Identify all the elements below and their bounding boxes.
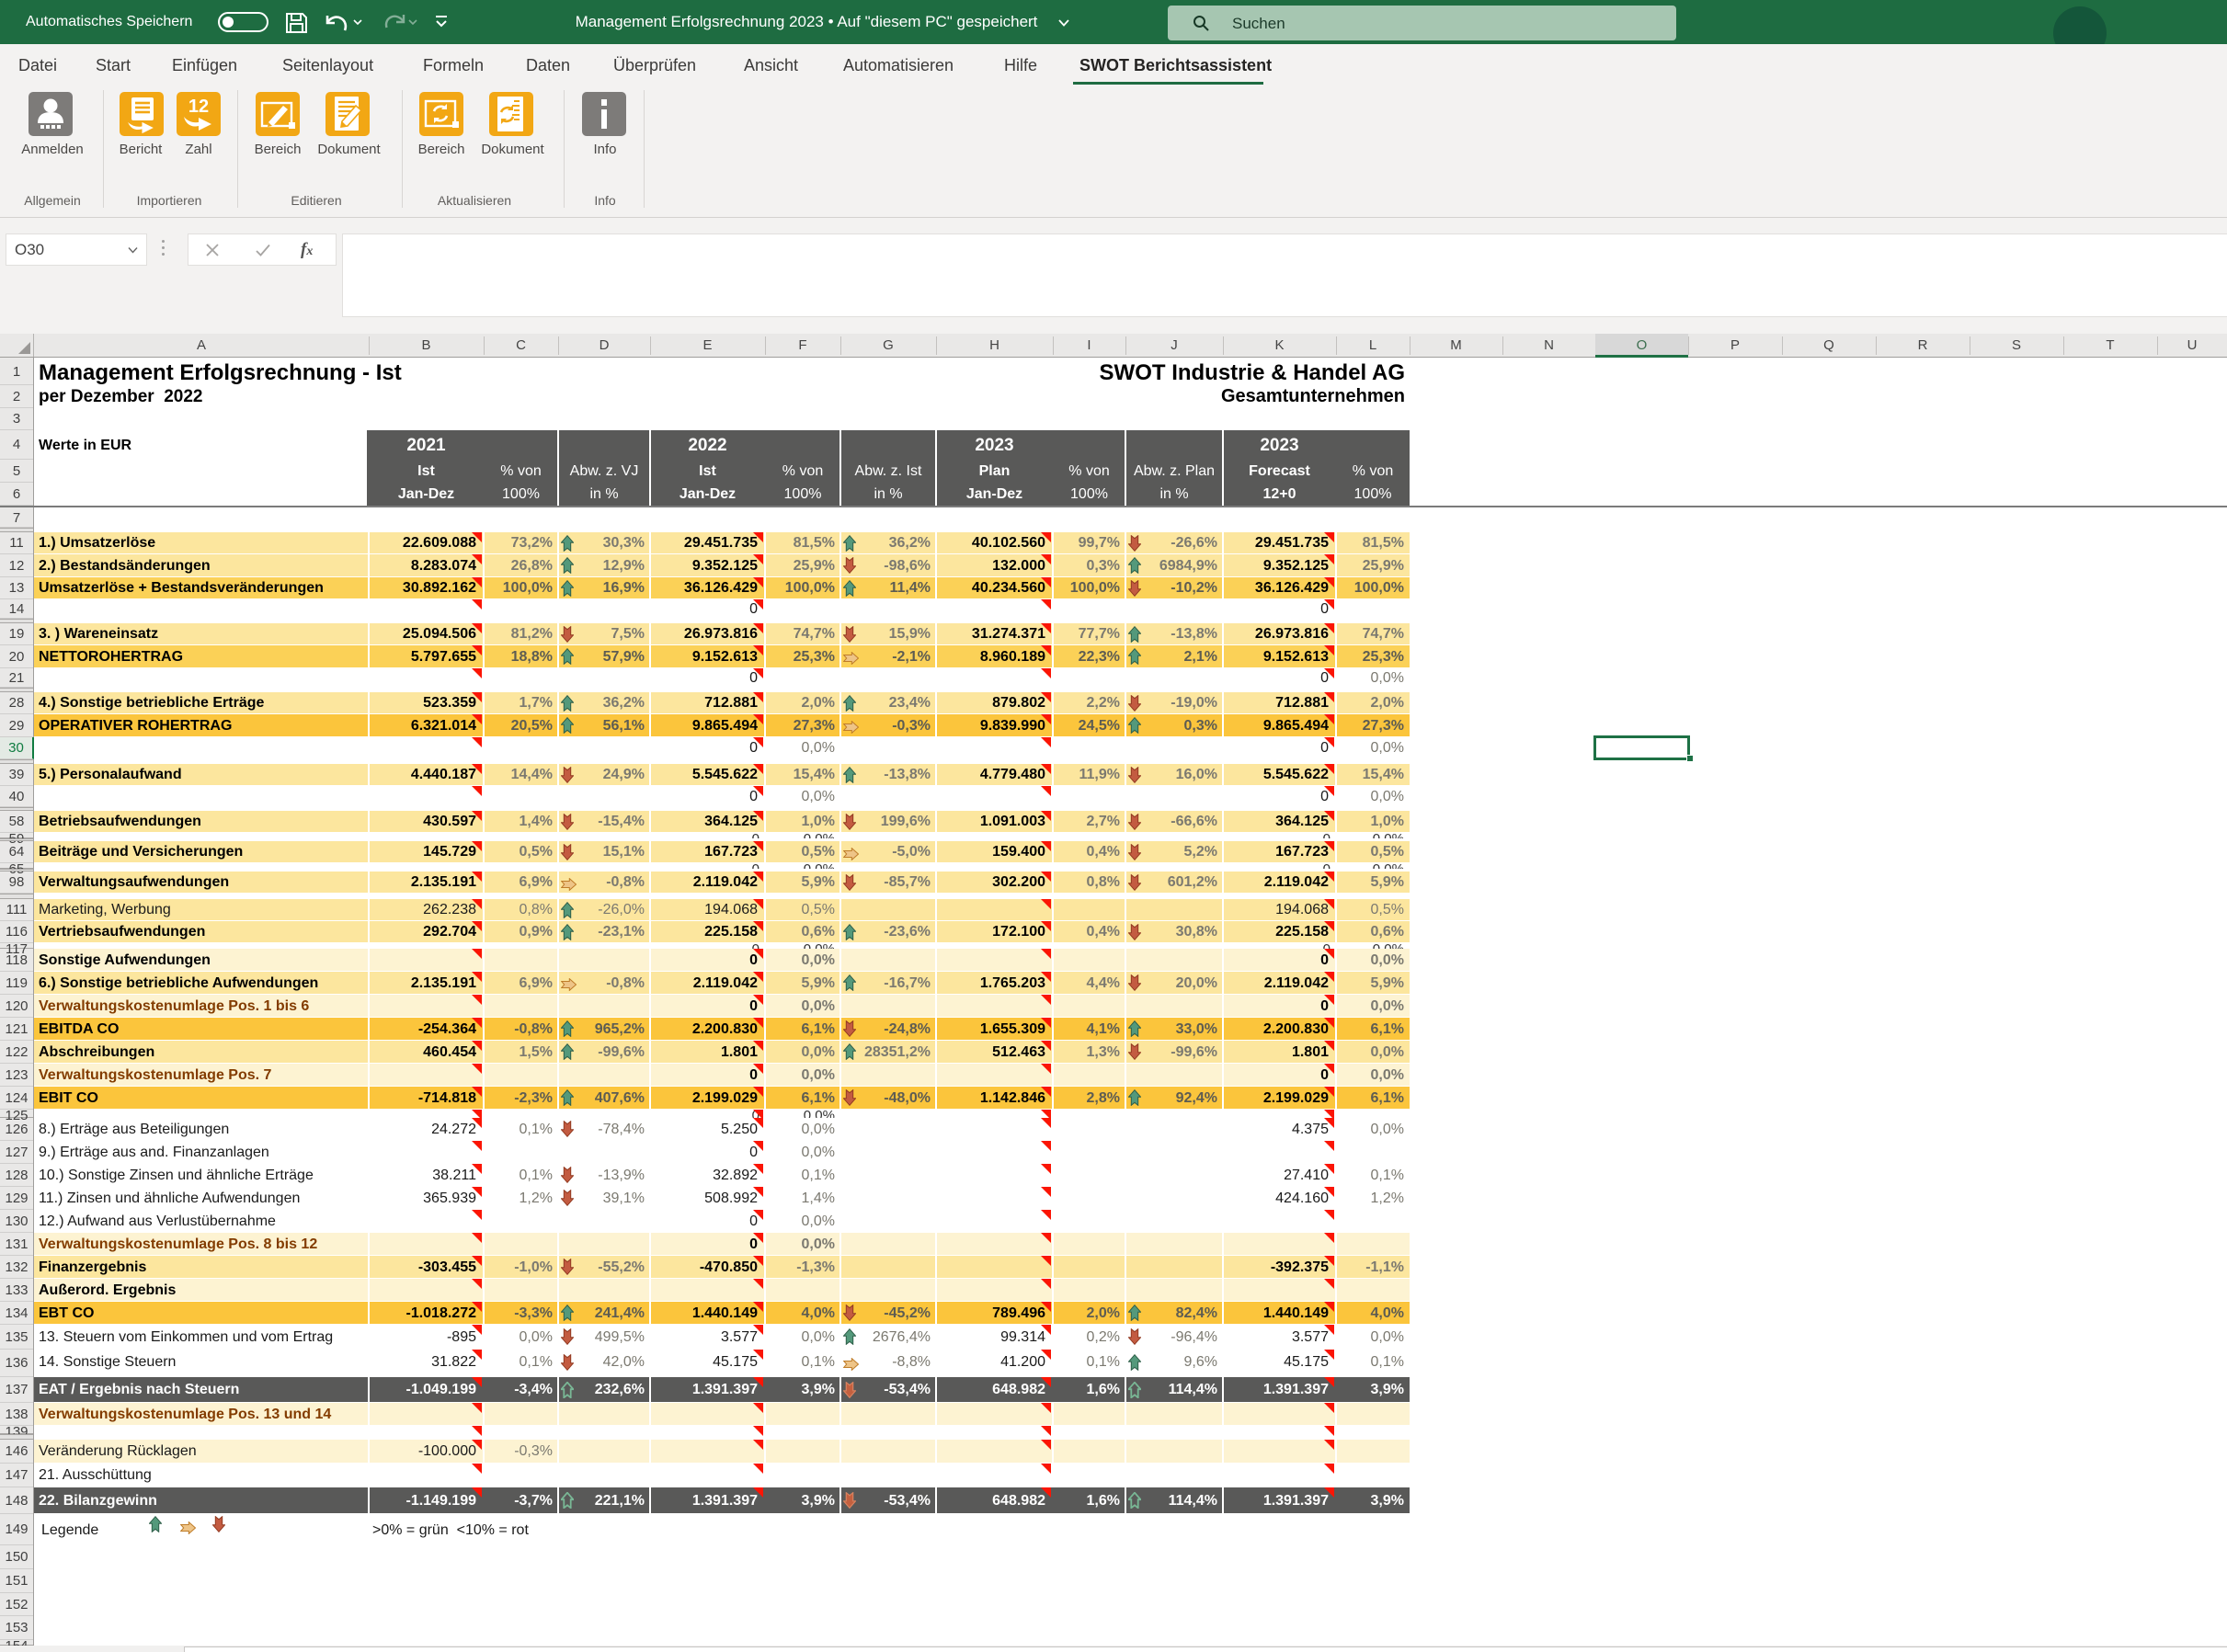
svg-text:12: 12: [188, 97, 209, 117]
